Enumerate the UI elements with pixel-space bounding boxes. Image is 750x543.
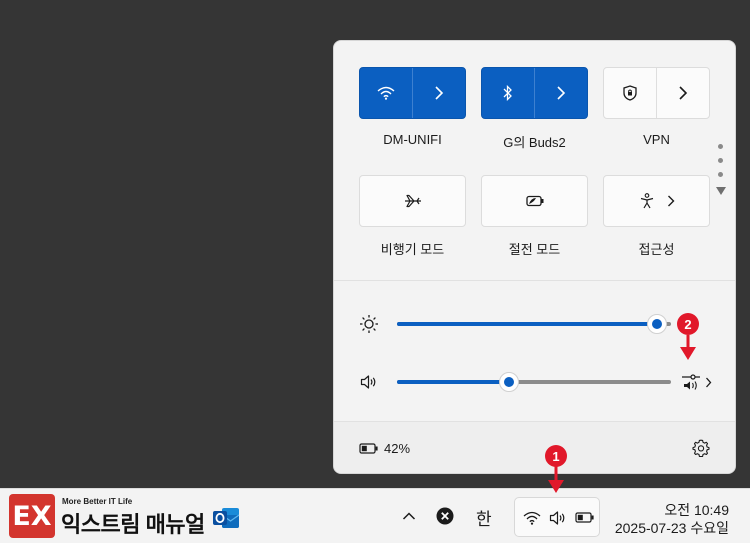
- volume-fill: [397, 380, 510, 384]
- brightness-thumb[interactable]: [647, 314, 668, 334]
- battery-percent: 42%: [384, 440, 411, 456]
- shield-icon: [623, 85, 637, 101]
- battery-icon: [575, 512, 594, 523]
- next-page-icon[interactable]: [716, 187, 726, 195]
- battery-status[interactable]: 42%: [359, 438, 410, 458]
- tile-label-airplane: 비행기 모드: [380, 242, 445, 257]
- brightness-fill: [397, 322, 658, 326]
- chevron-right-icon: [706, 377, 712, 388]
- ime-indicator[interactable]: 한: [476, 505, 492, 530]
- annotation-marker-2: 2: [677, 313, 699, 335]
- quick-settings-panel: DM-UNIFI G의 Buds2 VPN 비행기 모드 절전 모드 접근성 4…: [333, 40, 736, 474]
- tile-label-battery-saver: 절전 모드: [508, 242, 561, 257]
- brightness-icon: [360, 315, 378, 333]
- tile-airplane-mode[interactable]: [359, 175, 466, 227]
- brightness-row: [334, 309, 735, 339]
- chevron-right-icon: [679, 86, 688, 100]
- bluetooth-toggle[interactable]: [482, 68, 535, 118]
- tile-bluetooth[interactable]: [481, 67, 588, 119]
- page-dot[interactable]: [718, 144, 723, 149]
- volume-thumb[interactable]: [499, 372, 520, 392]
- wifi-expand-button[interactable]: [413, 68, 465, 118]
- clock-date: 2025-07-23 수요일: [614, 520, 729, 536]
- annotation-marker-1: 1: [545, 445, 567, 467]
- tile-label-wifi: DM-UNIFI: [383, 132, 442, 147]
- volume-slider[interactable]: [397, 380, 671, 384]
- bluetooth-expand-button[interactable]: [535, 68, 587, 118]
- speaker-icon: [549, 511, 565, 525]
- outlook-icon[interactable]: [211, 505, 241, 531]
- audio-output-button[interactable]: [679, 369, 715, 395]
- tile-battery-saver[interactable]: [481, 175, 588, 227]
- annotation-arrow-1: [548, 466, 564, 493]
- clock[interactable]: 오전 10:49 2025-07-23 수요일: [606, 489, 750, 543]
- chevron-right-icon: [435, 86, 444, 100]
- logo-tagline: More Better IT Life: [62, 497, 133, 506]
- tile-wifi[interactable]: [359, 67, 466, 119]
- wifi-icon: [523, 511, 541, 525]
- volume-row: [334, 367, 735, 397]
- logo-name: 익스트림 매뉴얼: [61, 512, 205, 537]
- wifi-toggle[interactable]: [360, 68, 413, 118]
- gear-icon[interactable]: [692, 439, 710, 457]
- tile-label-accessibility: 접근성: [638, 242, 675, 257]
- chevron-right-icon: [557, 86, 566, 100]
- accessibility-icon: [640, 193, 653, 209]
- quick-settings-footer: 42%: [334, 421, 735, 473]
- battery-saver-icon: [525, 195, 543, 207]
- page-dot[interactable]: [718, 158, 723, 163]
- system-tray-group[interactable]: [514, 497, 600, 537]
- speaker-icon: [360, 375, 376, 389]
- taskbar: EX More Better IT Life 익스트림 매뉴얼 한 오전 10:…: [0, 488, 750, 543]
- vpn-toggle[interactable]: [604, 68, 657, 118]
- chevron-right-icon: [667, 195, 674, 207]
- brightness-slider[interactable]: [397, 322, 671, 326]
- bluetooth-icon: [503, 85, 512, 101]
- battery-icon: [359, 442, 378, 454]
- wifi-icon: [377, 86, 395, 100]
- chevron-up-icon[interactable]: [402, 511, 416, 521]
- close-circle-icon[interactable]: [436, 507, 454, 525]
- vpn-expand-button[interactable]: [657, 68, 709, 118]
- tile-label-bluetooth: G의 Buds2: [503, 135, 566, 150]
- tile-vpn[interactable]: [603, 67, 710, 119]
- divider: [334, 280, 735, 281]
- logo-mark: EX: [9, 494, 55, 538]
- tile-label-vpn: VPN: [643, 132, 670, 147]
- clock-time: 오전 10:49: [664, 502, 729, 518]
- audio-mixer-icon: [682, 374, 700, 390]
- tile-accessibility[interactable]: [603, 175, 710, 227]
- airplane-icon: [404, 194, 421, 208]
- page-dot[interactable]: [718, 172, 723, 177]
- annotation-arrow-2: [680, 335, 696, 360]
